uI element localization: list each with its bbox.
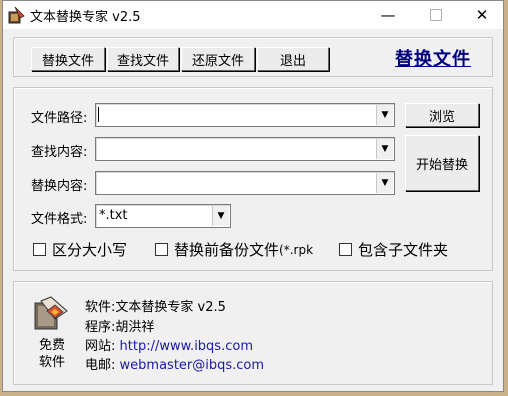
- replace-content-combobox[interactable]: ▼: [95, 171, 395, 195]
- include-subfolders-checkbox[interactable]: 包含子文件夹: [339, 239, 448, 260]
- website-label: 网站:: [85, 339, 116, 354]
- checkbox-box[interactable]: [155, 243, 168, 256]
- file-format-value: *.txt: [99, 208, 128, 223]
- app-icon: [8, 6, 25, 24]
- author-name: 程序:胡洪祥: [85, 320, 155, 335]
- close-button[interactable]: ✕: [459, 1, 505, 29]
- website-row: 网站: http://www.ibqs.com: [85, 335, 253, 354]
- find-files-button[interactable]: 查找文件: [107, 47, 179, 71]
- maximize-button[interactable]: [413, 1, 459, 29]
- minimize-icon: —: [380, 6, 396, 24]
- mode-title-link[interactable]: 替换文件: [395, 45, 471, 71]
- dropdown-arrow-icon[interactable]: ▼: [376, 173, 393, 193]
- dropdown-arrow-icon[interactable]: ▼: [212, 206, 229, 226]
- file-path-label: 文件路径:: [31, 111, 88, 126]
- title-bar[interactable]: 文本替换专家 v2.5 — ✕: [3, 1, 503, 29]
- free-software-label: 免费 软件: [38, 338, 65, 370]
- checkbox-box[interactable]: [339, 243, 352, 256]
- checkbox-box[interactable]: [33, 243, 46, 256]
- email-label: 电邮:: [85, 358, 116, 373]
- file-format-label: 文件格式:: [31, 212, 88, 227]
- maximize-icon: [430, 9, 442, 21]
- website-link[interactable]: http://www.ibqs.com: [120, 339, 253, 354]
- software-logo-icon: [34, 296, 68, 330]
- main-window: 文本替换专家 v2.5 — ✕ 替换文件 查找文件 还原文件 退出 替换文件 文…: [2, 0, 504, 392]
- replace-files-button[interactable]: 替换文件: [31, 47, 105, 71]
- replace-content-label: 替换内容:: [31, 179, 88, 194]
- exit-button[interactable]: 退出: [257, 47, 329, 71]
- text-cursor: [98, 107, 99, 122]
- find-content-combobox[interactable]: ▼: [95, 137, 395, 161]
- dropdown-arrow-icon[interactable]: ▼: [376, 105, 393, 125]
- close-icon: ✕: [475, 6, 489, 24]
- restore-files-button[interactable]: 还原文件: [181, 47, 255, 71]
- start-replace-button[interactable]: 开始替换: [405, 135, 479, 191]
- backup-extension-label: (*.rpk: [279, 242, 314, 257]
- file-format-combobox[interactable]: *.txt ▼: [95, 204, 231, 228]
- software-name: 软件:文本替换专家 v2.5: [85, 300, 226, 315]
- backup-label: 替换前备份文件: [174, 241, 280, 259]
- include-subfolders-label: 包含子文件夹: [358, 241, 449, 259]
- case-sensitive-checkbox[interactable]: 区分大小写: [33, 239, 127, 260]
- case-sensitive-label: 区分大小写: [52, 241, 128, 259]
- email-row: 电邮: webmaster@ibqs.com: [85, 354, 264, 373]
- backup-before-replace-checkbox[interactable]: 替换前备份文件 (*.rpk: [155, 239, 313, 260]
- email-link[interactable]: webmaster@ibqs.com: [120, 358, 265, 373]
- file-path-combobox[interactable]: ▼: [95, 103, 395, 127]
- find-content-label: 查找内容:: [31, 145, 88, 160]
- window-title: 文本替换专家 v2.5: [30, 10, 141, 25]
- minimize-button[interactable]: —: [365, 1, 411, 29]
- browse-button[interactable]: 浏览: [405, 103, 479, 127]
- dropdown-arrow-icon[interactable]: ▼: [376, 139, 393, 159]
